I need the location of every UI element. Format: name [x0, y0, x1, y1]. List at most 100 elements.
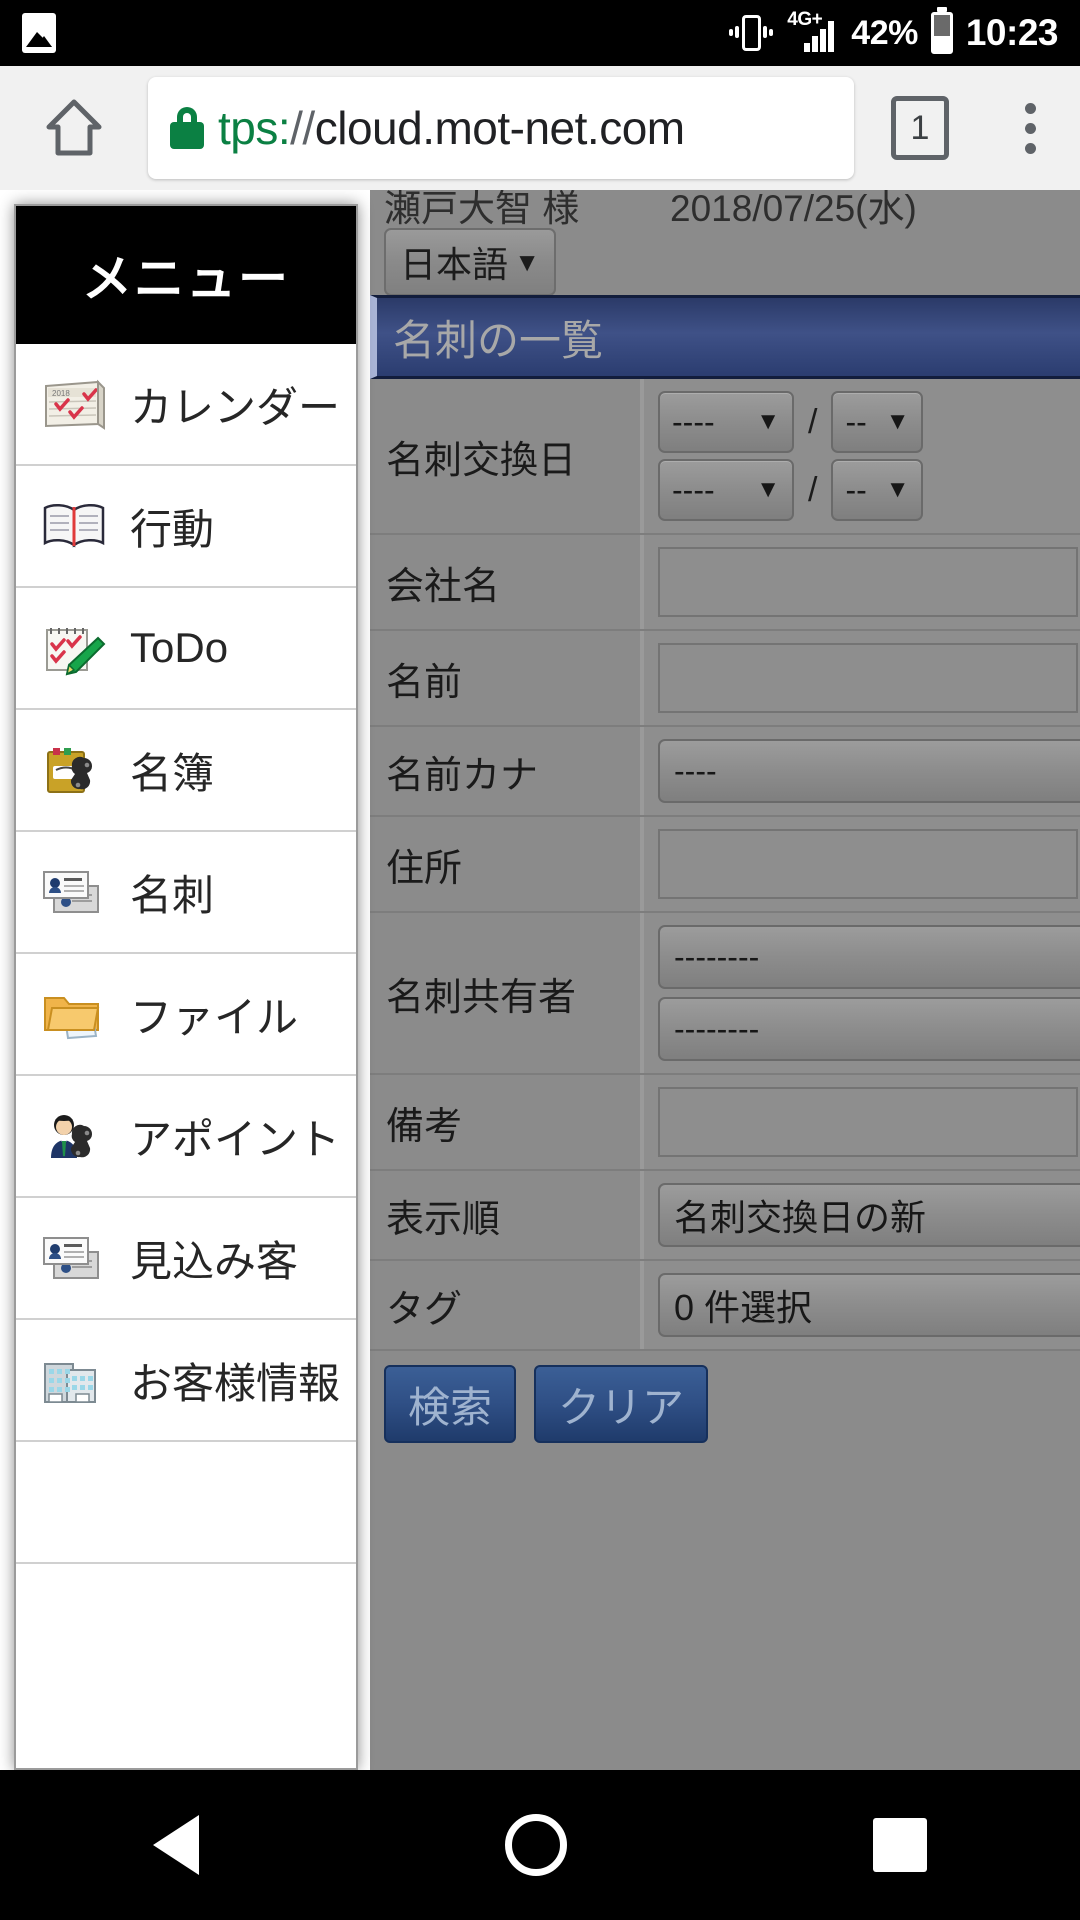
url-slashes: //	[290, 102, 315, 154]
drawer-header: メニュー	[16, 206, 356, 344]
office-building-icon	[40, 1351, 108, 1409]
phone-screen: 4G+ 42% 10:23 tps://cloud.mot-net.com 1	[0, 0, 1080, 1920]
card-sharer-select-2[interactable]: --------	[658, 997, 1080, 1061]
exchange-date-to-month-value: --	[845, 471, 867, 508]
company-name-input[interactable]	[658, 547, 1078, 617]
form-field-card-sharer: -------- --------	[644, 913, 1080, 1073]
search-form: 名刺交換日 ---- ▼ / -- ▼ ---- ▼ / -- ▼ 会社名 名前…	[370, 379, 1080, 1443]
url-scheme: tps:	[218, 102, 291, 154]
remarks-input[interactable]	[658, 1087, 1078, 1157]
sidebar-item-appointment[interactable]: アポイント	[16, 1076, 356, 1198]
person-phone-icon	[40, 1107, 108, 1165]
page-title-label: 名刺の一覧	[393, 316, 604, 364]
form-row-name: 名前	[370, 631, 1080, 727]
back-triangle-icon[interactable]	[153, 1815, 199, 1875]
form-row-company-name: 会社名	[370, 535, 1080, 631]
form-row-name-kana: 名前カナ ----	[370, 727, 1080, 817]
signal-strength-icon: 4G+	[786, 10, 838, 55]
browser-home-button[interactable]	[0, 99, 148, 157]
exchange-date-from-year-value: ----	[672, 403, 715, 440]
sidebar-item-label: 行動	[130, 505, 215, 553]
sidebar-item-label: お客様情報	[130, 1359, 341, 1407]
page-title: 名刺の一覧	[370, 295, 1080, 379]
tag-select-value: 0 件選択	[674, 1287, 813, 1328]
card-sharer-select-1[interactable]: --------	[658, 925, 1080, 989]
sidebar-item-partial[interactable]	[16, 1442, 356, 1564]
open-book-icon	[40, 497, 108, 555]
android-status-bar: 4G+ 42% 10:23	[0, 0, 1080, 66]
battery-icon	[930, 12, 953, 54]
date-range-to: ---- ▼ / -- ▼	[658, 459, 1080, 521]
sort-order-select[interactable]: 名刺交換日の新	[658, 1183, 1080, 1247]
form-field-exchange-date: ---- ▼ / -- ▼ ---- ▼ / -- ▼	[644, 379, 1080, 533]
overflow-menu-icon[interactable]	[980, 102, 1080, 154]
sidebar-item-file[interactable]: ファイル	[16, 954, 356, 1076]
sidebar-item-label: ファイル	[130, 993, 299, 1041]
vibrate-icon	[729, 12, 774, 54]
status-bar-left	[22, 13, 56, 53]
url-bar[interactable]: tps://cloud.mot-net.com	[148, 77, 854, 179]
sidebar-item-label: 名簿	[130, 749, 215, 797]
calendar-icon: 2018	[40, 375, 108, 433]
sort-order-select-value: 名刺交換日の新	[674, 1197, 927, 1238]
chevron-down-icon: ▼	[756, 476, 780, 503]
address-input[interactable]	[658, 829, 1078, 899]
home-circle-icon[interactable]	[505, 1814, 567, 1876]
sidebar-item-label: カレンダー	[130, 383, 341, 431]
chevron-down-icon: ▼	[756, 408, 780, 435]
tab-count-label: 1	[891, 96, 949, 160]
browser-toolbar: tps://cloud.mot-net.com 1	[0, 66, 1080, 190]
form-label-card-sharer: 名刺共有者	[370, 913, 644, 1073]
svg-text:2018: 2018	[52, 389, 70, 398]
sidebar-item-prospect[interactable]: 見込み客	[16, 1198, 356, 1320]
sidebar-item-activity[interactable]: 行動	[16, 466, 356, 588]
navigation-drawer: メニュー 2018 カレンダー 行動 ToDo 名簿 名刺 ファイル アポイント…	[14, 204, 358, 1770]
exchange-date-to-month-select[interactable]: -- ▼	[831, 459, 924, 521]
android-navigation-bar	[0, 1770, 1080, 1920]
sidebar-item-business-card[interactable]: 名刺	[16, 832, 356, 954]
recents-square-icon[interactable]	[873, 1818, 927, 1872]
form-label-remarks: 備考	[370, 1075, 644, 1169]
card-sharer-select-2-value: --------	[674, 1010, 760, 1047]
form-label-sort-order: 表示順	[370, 1171, 644, 1259]
folder-icon	[40, 985, 108, 1043]
form-field-company-name	[644, 535, 1080, 629]
chevron-down-icon: ▼	[514, 246, 540, 277]
date-range-from: ---- ▼ / -- ▼	[658, 391, 1080, 453]
form-action-row: 検索 クリア	[370, 1351, 1080, 1443]
sidebar-item-label: 名刺	[130, 871, 215, 919]
form-label-name-kana: 名前カナ	[370, 727, 644, 815]
url-host: cloud.mot-net.com	[314, 102, 685, 154]
form-field-remarks	[644, 1075, 1080, 1169]
form-label-name: 名前	[370, 631, 644, 725]
exchange-date-from-month-value: --	[845, 403, 867, 440]
language-select[interactable]: 日本語 ▼	[384, 228, 556, 296]
home-icon	[46, 99, 102, 157]
form-label-company-name: 会社名	[370, 535, 644, 629]
logged-in-user-label: 瀬戸大智 様	[384, 190, 580, 229]
exchange-date-from-month-select[interactable]: -- ▼	[831, 391, 924, 453]
form-row-tag: タグ 0 件選択	[370, 1261, 1080, 1351]
form-row-remarks: 備考	[370, 1075, 1080, 1171]
url-text: tps://cloud.mot-net.com	[218, 101, 685, 155]
sidebar-item-label: ToDo	[130, 624, 229, 671]
card-sharer-select-1-value: --------	[674, 938, 760, 975]
name-kana-select-value: ----	[674, 752, 717, 789]
name-kana-select[interactable]: ----	[658, 739, 1080, 803]
lock-icon	[170, 107, 204, 149]
sidebar-item-phonebook[interactable]: 名簿	[16, 710, 356, 832]
exchange-date-from-year-select[interactable]: ---- ▼	[658, 391, 794, 453]
tab-switcher-button[interactable]: 1	[860, 96, 980, 160]
name-input[interactable]	[658, 643, 1078, 713]
image-icon	[22, 13, 56, 53]
sidebar-item-todo[interactable]: ToDo	[16, 588, 356, 710]
form-field-address	[644, 817, 1080, 911]
search-button[interactable]: 検索	[384, 1365, 517, 1443]
sidebar-item-customer-info[interactable]: お客様情報	[16, 1320, 356, 1442]
exchange-date-to-year-select[interactable]: ---- ▼	[658, 459, 794, 521]
tag-select[interactable]: 0 件選択	[658, 1273, 1080, 1337]
clear-button[interactable]: クリア	[534, 1365, 709, 1443]
sidebar-item-calendar[interactable]: 2018 カレンダー	[16, 344, 356, 466]
chevron-down-icon: ▼	[885, 408, 910, 435]
form-field-name	[644, 631, 1080, 725]
